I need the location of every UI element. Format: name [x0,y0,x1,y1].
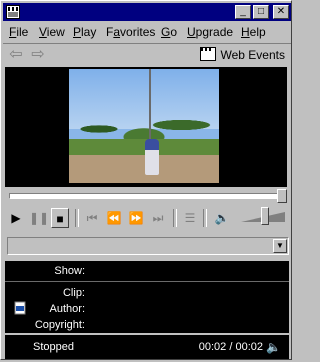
clip-label: Clip: [62,287,85,299]
playback-controls: ▶ ❚❚ ■ ⏮ ⏪ ⏩ ⏭ ☰ 🔈 [5,206,289,230]
show-label: Show: [54,265,85,277]
web-events-button[interactable]: Web Events [199,47,285,62]
copyright-label: Copyright: [34,319,85,331]
maximize-button[interactable]: □ [253,5,269,19]
menu-favorites[interactable]: Favorites [106,25,155,39]
time-display: 00:02 / 00:02 [198,341,263,353]
menu-upgrade[interactable]: Upgrade [187,25,233,39]
clapperboard-icon [199,47,216,61]
skip-back-icon[interactable]: ⏮ [83,208,101,228]
close-button[interactable]: ✕ [273,5,289,19]
volume-speaker-icon[interactable]: 🔈 [213,208,231,228]
volume-slider[interactable] [261,207,269,225]
author-label: Author: [49,303,85,315]
menu-view[interactable]: View [39,25,65,39]
app-icon[interactable] [6,5,20,19]
speaker-icon[interactable]: 🔈 [266,340,281,354]
status-text: Stopped [33,341,74,353]
video-area[interactable] [5,67,287,187]
stop-icon[interactable]: ■ [51,208,69,228]
playlist-icon[interactable]: ☰ [181,208,199,228]
rewind-icon[interactable]: ⏪ [105,208,123,228]
channel-dropdown[interactable]: ▼ [7,237,289,255]
menu-go[interactable]: Go [161,25,177,39]
back-arrow-icon[interactable]: ⇦ [7,47,25,63]
web-events-label: Web Events [220,48,285,62]
status-bar: Stopped 00:02 / 00:02 🔈 [5,335,289,359]
seek-bar[interactable] [9,193,281,199]
play-icon[interactable]: ▶ [7,208,25,228]
menu-help[interactable]: Help [241,25,266,39]
baseball-player [145,139,159,175]
chevron-down-icon[interactable]: ▼ [273,239,287,253]
minimize-button[interactable]: _ [235,5,251,19]
menu-file[interactable]: File [9,25,28,39]
player-window: _ □ ✕ File View Play Favorites Go Upgrad… [0,0,292,360]
menu-play[interactable]: Play [73,25,96,39]
video-frame [69,69,219,183]
nav-toolbar: ⇦ ⇨ Web Events [3,43,291,66]
info-panel: Show: Clip: Author: Copyright: [5,261,289,333]
fast-forward-icon[interactable]: ⏩ [127,208,145,228]
media-file-icon [14,301,26,315]
forward-arrow-icon[interactable]: ⇨ [29,47,47,63]
skip-forward-icon[interactable]: ⏭ [149,208,167,228]
menu-bar: File View Play Favorites Go Upgrade Help [3,23,291,41]
title-bar[interactable]: _ □ ✕ [3,3,291,21]
pause-icon[interactable]: ❚❚ [29,208,49,228]
seek-thumb[interactable] [277,189,287,203]
